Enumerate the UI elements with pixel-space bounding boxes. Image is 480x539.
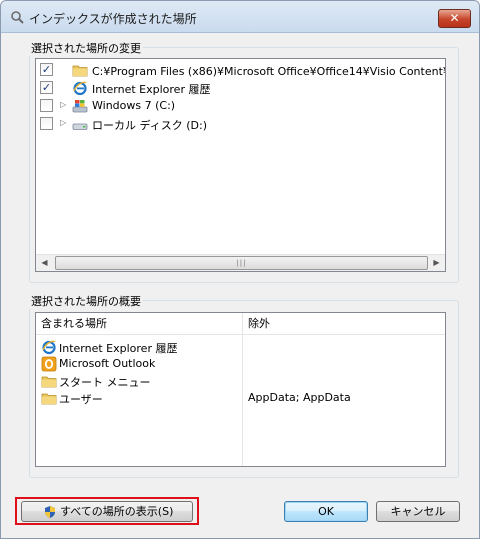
cancel-button[interactable]: キャンセル [376, 501, 460, 522]
folder-icon [41, 390, 57, 406]
location-checkbox[interactable] [40, 99, 53, 112]
horizontal-scrollbar[interactable]: ◀ ||| ▶ [36, 254, 445, 271]
windows-drive-icon [72, 98, 88, 114]
indexing-options-icon [11, 11, 24, 24]
scroll-thumb[interactable]: ||| [55, 256, 428, 270]
location-checkbox[interactable]: ✓ [40, 63, 53, 76]
summary-row: Internet Explorer 履歴 [41, 339, 241, 356]
folder-icon [72, 62, 88, 78]
excluded-locations: AppData; AppData [248, 391, 351, 404]
column-header-included[interactable]: 含まれる場所 [36, 313, 242, 335]
location-checkbox[interactable] [40, 117, 53, 130]
internet-explorer-icon [72, 80, 88, 96]
included-location-name: スタート メニュー [59, 376, 151, 389]
local-disk-icon [72, 116, 88, 132]
expand-arrow-icon[interactable]: ▷ [60, 118, 66, 127]
highlight-frame [15, 497, 199, 525]
scroll-left-icon[interactable]: ◀ [36, 255, 53, 271]
tree-row-label: Windows 7 (C:) [92, 99, 176, 112]
tree-row[interactable]: ✓ C:¥Program Files (x86)¥Microsoft Office… [36, 61, 446, 79]
included-location-name: Internet Explorer 履歴 [59, 342, 178, 355]
tree-row[interactable]: ▷ Windows 7 (C:) [36, 97, 445, 115]
tree-row[interactable]: ▷ ローカル ディスク (D:) [36, 115, 445, 133]
outlook-icon [41, 356, 57, 372]
internet-explorer-icon [41, 339, 57, 355]
tree-row-label: Internet Explorer 履歴 [92, 83, 211, 96]
window-title: インデックスが作成された場所 [29, 12, 197, 26]
folder-icon [41, 373, 57, 389]
summary-list: 含まれる場所 除外 Internet Explorer 履歴 Microsoft … [35, 312, 446, 467]
summary-row: ユーザー [41, 390, 241, 407]
summary-row: Microsoft Outlook [41, 356, 241, 373]
column-header-excluded[interactable]: 除外 [243, 313, 445, 335]
title-bar: インデックスが作成された場所 ✕ [1, 1, 479, 33]
expand-arrow-icon[interactable]: ▷ [60, 100, 66, 109]
included-location-name: Microsoft Outlook [59, 357, 156, 370]
indexed-locations-dialog: インデックスが作成された場所 ✕ 選択された場所の変更 ✓ C:¥Program … [0, 0, 480, 539]
ok-button[interactable]: OK [284, 501, 368, 522]
summary-label: 選択された場所の概要 [29, 293, 143, 309]
tree-row[interactable]: ✓ Internet Explorer 履歴 [36, 79, 445, 97]
location-checkbox[interactable]: ✓ [40, 81, 53, 94]
tree-row-label: ローカル ディスク (D:) [92, 119, 207, 132]
included-location-name: ユーザー [59, 393, 103, 406]
summary-row: スタート メニュー [41, 373, 241, 390]
tree-row-label: C:¥Program Files (x86)¥Microsoft Office¥… [92, 65, 446, 78]
close-button[interactable]: ✕ [438, 9, 471, 28]
scroll-right-icon[interactable]: ▶ [428, 255, 445, 271]
location-tree[interactable]: ✓ C:¥Program Files (x86)¥Microsoft Office… [35, 58, 446, 272]
column-divider [242, 313, 243, 466]
change-locations-label: 選択された場所の変更 [29, 40, 143, 56]
